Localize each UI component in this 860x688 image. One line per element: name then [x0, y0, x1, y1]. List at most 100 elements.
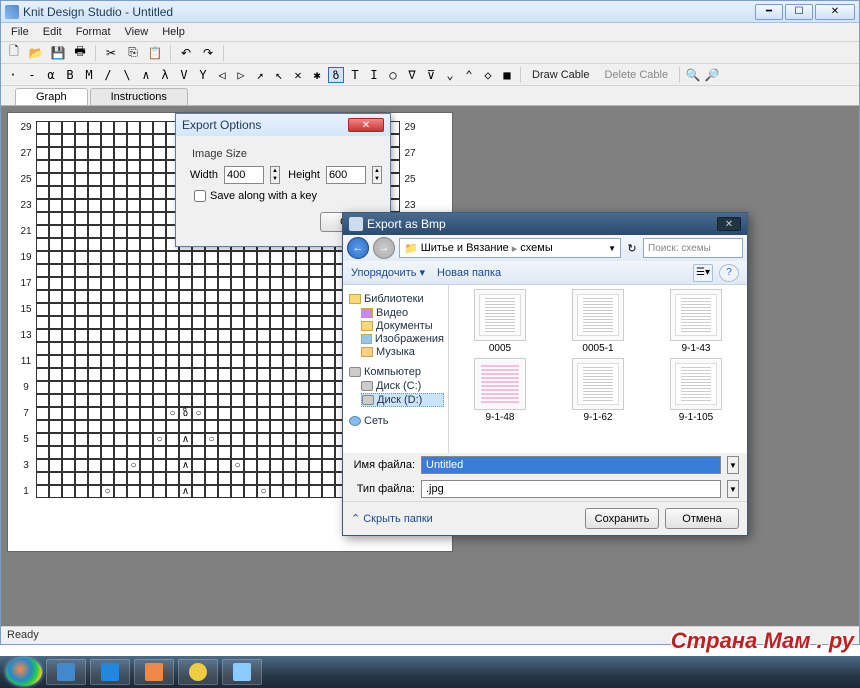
height-input[interactable]: 600 [326, 166, 366, 184]
sym-ar[interactable]: ↗ [252, 67, 268, 83]
sym-alpha[interactable]: α [43, 67, 59, 83]
sym-yo[interactable]: ზ [328, 67, 344, 83]
sym-t[interactable]: T [347, 67, 363, 83]
file-item[interactable]: 9-1-48 [453, 358, 547, 423]
sym-i[interactable]: I [366, 67, 382, 83]
file-dialog-close[interactable]: ✕ [717, 217, 741, 231]
main-toolbar: 🗋 📂 💾 🖶 ✂ ⎘ 📋 ↶ ↷ [1, 42, 859, 64]
taskbar-item[interactable] [222, 659, 262, 685]
file-item[interactable]: 0005-1 [551, 289, 645, 354]
menu-edit[interactable]: Edit [37, 24, 68, 40]
organize-menu[interactable]: Упорядочить ▾ [351, 266, 425, 279]
new-button[interactable]: 🗋 [5, 44, 23, 62]
sym-m[interactable]: M [81, 67, 97, 83]
nav-images[interactable]: Изображения [361, 333, 444, 345]
sym-b[interactable]: B [62, 67, 78, 83]
close-button[interactable]: ✕ [815, 4, 855, 20]
sym-dot[interactable]: · [5, 67, 21, 83]
help-button[interactable]: ? [719, 264, 739, 282]
sym-dv[interactable]: ∇ [404, 67, 420, 83]
taskbar-item[interactable] [46, 659, 86, 685]
sym-dash[interactable]: - [24, 67, 40, 83]
sym-x[interactable]: ✕ [290, 67, 306, 83]
nav-video[interactable]: Видео [361, 307, 444, 319]
start-button[interactable] [6, 658, 42, 686]
width-label: Width [184, 169, 218, 181]
paste-button[interactable]: 📋 [146, 44, 164, 62]
zoom-in-icon[interactable]: 🔍 [685, 67, 701, 83]
sym-o[interactable]: ○ [385, 67, 401, 83]
taskbar-item[interactable] [134, 659, 174, 685]
new-folder-button[interactable]: Новая папка [437, 267, 501, 279]
sym-slash[interactable]: / [100, 67, 116, 83]
sym-dvo[interactable]: ⊽ [423, 67, 439, 83]
sym-bslash[interactable]: \ [119, 67, 135, 83]
save-key-checkbox[interactable] [194, 190, 206, 202]
width-spinner[interactable]: ▲▼ [270, 166, 280, 184]
view-mode-button[interactable]: ☰▾ [693, 264, 713, 282]
nav-back-button[interactable]: ← [347, 237, 369, 259]
sym-fill[interactable]: ■ [499, 67, 515, 83]
file-item[interactable]: 9-1-43 [649, 289, 743, 354]
export-options-close[interactable]: ✕ [348, 118, 384, 132]
delete-cable-label[interactable]: Delete Cable [604, 69, 668, 81]
redo-button[interactable]: ↷ [199, 44, 217, 62]
nav-network[interactable]: Сеть [349, 415, 444, 427]
nav-pane: Библиотеки Видео Документы Изображения М… [343, 285, 449, 453]
hide-folders-link[interactable]: ⌃Скрыть папки [351, 508, 433, 529]
cut-button[interactable]: ✂ [102, 44, 120, 62]
file-item[interactable]: 9-1-62 [551, 358, 645, 423]
search-box[interactable]: Поиск: схемы [643, 238, 743, 258]
minimize-button[interactable]: ━ [755, 4, 783, 20]
file-item[interactable]: 9-1-105 [649, 358, 743, 423]
menu-help[interactable]: Help [156, 24, 191, 40]
tab-instructions[interactable]: Instructions [90, 88, 188, 105]
sym-star[interactable]: ✱ [309, 67, 325, 83]
menu-format[interactable]: Format [70, 24, 117, 40]
draw-cable-label[interactable]: Draw Cable [532, 69, 589, 81]
nav-disk-c[interactable]: Диск (C:) [361, 380, 444, 392]
taskbar-item[interactable] [90, 659, 130, 685]
cancel-file-button[interactable]: Отмена [665, 508, 739, 529]
file-dialog-icon [349, 217, 363, 231]
save-file-button[interactable]: Сохранить [585, 508, 659, 529]
nav-computer[interactable]: Компьютер [349, 366, 444, 378]
open-button[interactable]: 📂 [27, 44, 45, 62]
tab-graph[interactable]: Graph [15, 88, 88, 105]
taskbar-item[interactable] [178, 659, 218, 685]
sym-caret[interactable]: ∧ [138, 67, 154, 83]
sym-v[interactable]: V [176, 67, 192, 83]
filetype-dropdown[interactable]: ▼ [727, 480, 739, 498]
sym-tri[interactable]: ◁ [214, 67, 230, 83]
sym-cv[interactable]: ⌄ [442, 67, 458, 83]
height-spinner[interactable]: ▲▼ [372, 166, 382, 184]
taskbar [0, 656, 860, 688]
file-item[interactable]: 0005 [453, 289, 547, 354]
filetype-input[interactable]: .jpg [421, 480, 721, 498]
sym-cc[interactable]: ⌃ [461, 67, 477, 83]
menu-view[interactable]: View [119, 24, 155, 40]
sym-tri2[interactable]: ▷ [233, 67, 249, 83]
nav-libraries[interactable]: Библиотеки [349, 293, 444, 305]
filename-input[interactable]: Untitled [421, 456, 721, 474]
nav-music[interactable]: Музыка [361, 346, 444, 358]
width-input[interactable]: 400 [224, 166, 264, 184]
copy-button[interactable]: ⎘ [124, 44, 142, 62]
breadcrumb-dropdown[interactable]: ▼ [608, 244, 616, 253]
save-button[interactable]: 💾 [49, 44, 67, 62]
refresh-button[interactable]: ↻ [625, 239, 639, 257]
maximize-button[interactable]: ☐ [785, 4, 813, 20]
undo-button[interactable]: ↶ [177, 44, 195, 62]
nav-documents[interactable]: Документы [361, 320, 444, 332]
sym-y[interactable]: Y [195, 67, 211, 83]
filename-dropdown[interactable]: ▼ [727, 456, 739, 474]
sym-dia[interactable]: ◇ [480, 67, 496, 83]
breadcrumb[interactable]: 📁 Шитье и Вязание ▸ схемы ▼ [399, 238, 621, 258]
sym-al[interactable]: ↖ [271, 67, 287, 83]
sym-lambda[interactable]: λ [157, 67, 173, 83]
menu-file[interactable]: File [5, 24, 35, 40]
print-button[interactable]: 🖶 [71, 44, 89, 62]
zoom-out-icon[interactable]: 🔎 [704, 67, 720, 83]
nav-disk-d[interactable]: Диск (D:) [361, 393, 444, 407]
nav-fwd-button[interactable]: → [373, 237, 395, 259]
